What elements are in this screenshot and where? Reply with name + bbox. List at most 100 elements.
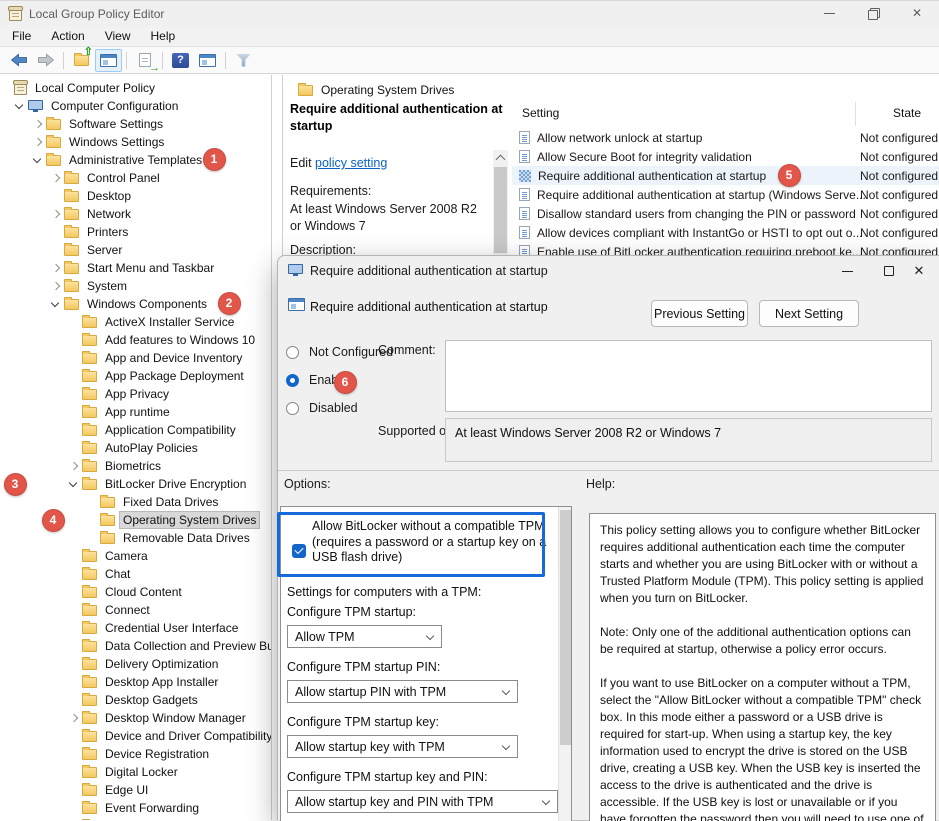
dialog-close-button[interactable]: ✕ [899,256,939,286]
tree-item-credential-user-interface[interactable]: Credential User Interface [0,619,271,637]
tree-item-application-compatibility[interactable]: Application Compatibility [0,421,271,439]
tree-item-autoplay-policies[interactable]: AutoPlay Policies [0,439,271,457]
tree-item-activex-installer-service[interactable]: ActiveX Installer Service [0,313,271,331]
scrollbar-thumb[interactable] [560,510,571,745]
chevron-right-icon[interactable] [48,170,64,186]
previous-setting-button[interactable]: Previous Setting [651,300,748,327]
column-header-state[interactable]: State [893,106,921,120]
tree-item-app-package-deployment[interactable]: App Package Deployment [0,367,271,385]
description-scrollbar[interactable] [493,150,508,256]
chevron-right-icon[interactable] [48,260,64,276]
tree-item-desktop-window-manager[interactable]: Desktop Window Manager [0,709,271,727]
forward-button[interactable] [32,49,59,72]
chevron-down-icon[interactable] [30,152,46,168]
menu-view[interactable]: View [95,26,141,46]
settings-row-allow-network-unlock-at-startup[interactable]: Allow network unlock at startupNot confi… [512,128,939,147]
tree-item-event-forwarding[interactable]: Event Forwarding [0,799,271,817]
tree-item-administrative-templates[interactable]: Administrative Templates [0,151,271,169]
next-setting-button[interactable]: Next Setting [759,300,859,327]
settings-row-require-additional-authentication-at-startup[interactable]: Require additional authentication at sta… [512,166,939,185]
radio-disabled[interactable]: Disabled [286,401,358,415]
tree-item-computer-configuration[interactable]: Computer Configuration [0,97,271,115]
tree-item-app-privacy[interactable]: App Privacy [0,385,271,403]
tree-item-delivery-optimization[interactable]: Delivery Optimization [0,655,271,673]
tree-item-bitlocker-drive-encryption[interactable]: BitLocker Drive Encryption [0,475,271,493]
tree-item-label: Operating System Drives [120,512,259,528]
chevron-right-icon[interactable] [48,278,64,294]
menu-action[interactable]: Action [41,26,94,46]
tree-item-device-registration[interactable]: Device Registration [0,745,271,763]
policy-setting-link[interactable]: policy setting [315,156,387,170]
chevron-placeholder [66,692,82,708]
tree-item-desktop-gadgets[interactable]: Desktop Gadgets [0,691,271,709]
column-header-setting[interactable]: Setting [522,106,559,120]
configure-tpm-startup-select[interactable]: Allow TPM [287,625,442,648]
configure-tpm-startup-pin-select[interactable]: Allow startup PIN with TPM [287,680,518,703]
help-button[interactable]: ? [167,49,194,72]
radio-selected-icon[interactable] [286,374,299,387]
tree-item-local-computer-policy[interactable]: Local Computer Policy [0,79,271,97]
chevron-down-icon[interactable] [48,296,64,312]
radio-icon[interactable] [286,402,299,415]
export-list-button[interactable]: → [131,49,158,72]
tree-item-control-panel[interactable]: Control Panel [0,169,271,187]
radio-icon[interactable] [286,346,299,359]
configure-tpm-startup-key-and-pin-select[interactable]: Allow startup key and PIN with TPM [287,790,558,813]
chevron-down-icon[interactable] [12,98,28,114]
step-badge-1: 1 [203,148,226,171]
tree-item-software-settings[interactable]: Software Settings [0,115,271,133]
tree-item-edge-ui[interactable]: Edge UI [0,781,271,799]
up-one-level-button[interactable]: ⇧ [68,49,95,72]
tree-item-app-and-device-inventory[interactable]: App and Device Inventory [0,349,271,367]
tree-item-digital-locker[interactable]: Digital Locker [0,763,271,781]
chevron-right-icon[interactable] [30,116,46,132]
tree-item-label: Removable Data Drives [120,530,253,546]
configure-tpm-startup-key-select[interactable]: Allow startup key with TPM [287,735,518,758]
tree-item-start-menu-and-taskbar[interactable]: Start Menu and Taskbar [0,259,271,277]
tree-item-windows-settings[interactable]: Windows Settings [0,133,271,151]
settings-row-allow-devices-compliant-with-instantgo-or-hsti-t[interactable]: Allow devices compliant with InstantGo o… [512,223,939,242]
filter-button[interactable] [230,49,257,72]
tree-item-label: Printers [84,224,131,240]
settings-row-allow-secure-boot-for-integrity-validation[interactable]: Allow Secure Boot for integrity validati… [512,147,939,166]
menu-file[interactable]: File [2,26,41,46]
chevron-right-icon[interactable] [66,458,82,474]
chevron-right-icon[interactable] [48,206,64,222]
scrollbar-thumb[interactable] [494,167,507,253]
tree-item-cloud-content[interactable]: Cloud Content [0,583,271,601]
setting-name: Require additional authentication at sta… [537,188,866,202]
tree-item-app-runtime[interactable]: App runtime [0,403,271,421]
tree-item-operating-system-drives[interactable]: Operating System Drives [0,511,271,529]
settings-row-disallow-standard-users-from-changing-the-pin-or[interactable]: Disallow standard users from changing th… [512,204,939,223]
minimize-button[interactable] [807,0,851,26]
chevron-right-icon[interactable] [30,134,46,150]
tree-item-data-collection-and-preview-builds[interactable]: Data Collection and Preview Builds [0,637,271,655]
tree-item-printers[interactable]: Printers [0,223,271,241]
tree-item-camera[interactable]: Camera [0,547,271,565]
tree-item-server[interactable]: Server [0,241,271,259]
dialog-minimize-button[interactable] [827,256,867,286]
chevron-down-icon[interactable] [66,476,82,492]
tree-item-device-and-driver-compatibility[interactable]: Device and Driver Compatibility [0,727,271,745]
tree-item-chat[interactable]: Chat [0,565,271,583]
tree-item-add-features-to-windows-10[interactable]: Add features to Windows 10 [0,331,271,349]
menu-help[interactable]: Help [141,26,186,46]
tree-item-fixed-data-drives[interactable]: Fixed Data Drives [0,493,271,511]
options-scrollbar[interactable] [558,507,571,821]
tree-item-biometrics[interactable]: Biometrics [0,457,271,475]
tree-item-desktop-app-installer[interactable]: Desktop App Installer [0,673,271,691]
tree-item-desktop[interactable]: Desktop [0,187,271,205]
tree-item-network[interactable]: Network [0,205,271,223]
restore-button[interactable] [851,0,895,26]
tree-item-connect[interactable]: Connect [0,601,271,619]
comment-input[interactable] [445,340,932,412]
column-divider[interactable] [855,102,856,126]
tree-item-removable-data-drives[interactable]: Removable Data Drives [0,529,271,547]
close-button[interactable]: ✕ [895,0,939,26]
scroll-up-icon[interactable] [493,150,508,165]
back-button[interactable] [5,49,32,72]
show-extended-pane-button[interactable] [194,49,221,72]
settings-row-require-additional-authentication-at-startup-win[interactable]: Require additional authentication at sta… [512,185,939,204]
show-console-tree-button[interactable] [95,49,122,72]
chevron-right-icon[interactable] [66,710,82,726]
